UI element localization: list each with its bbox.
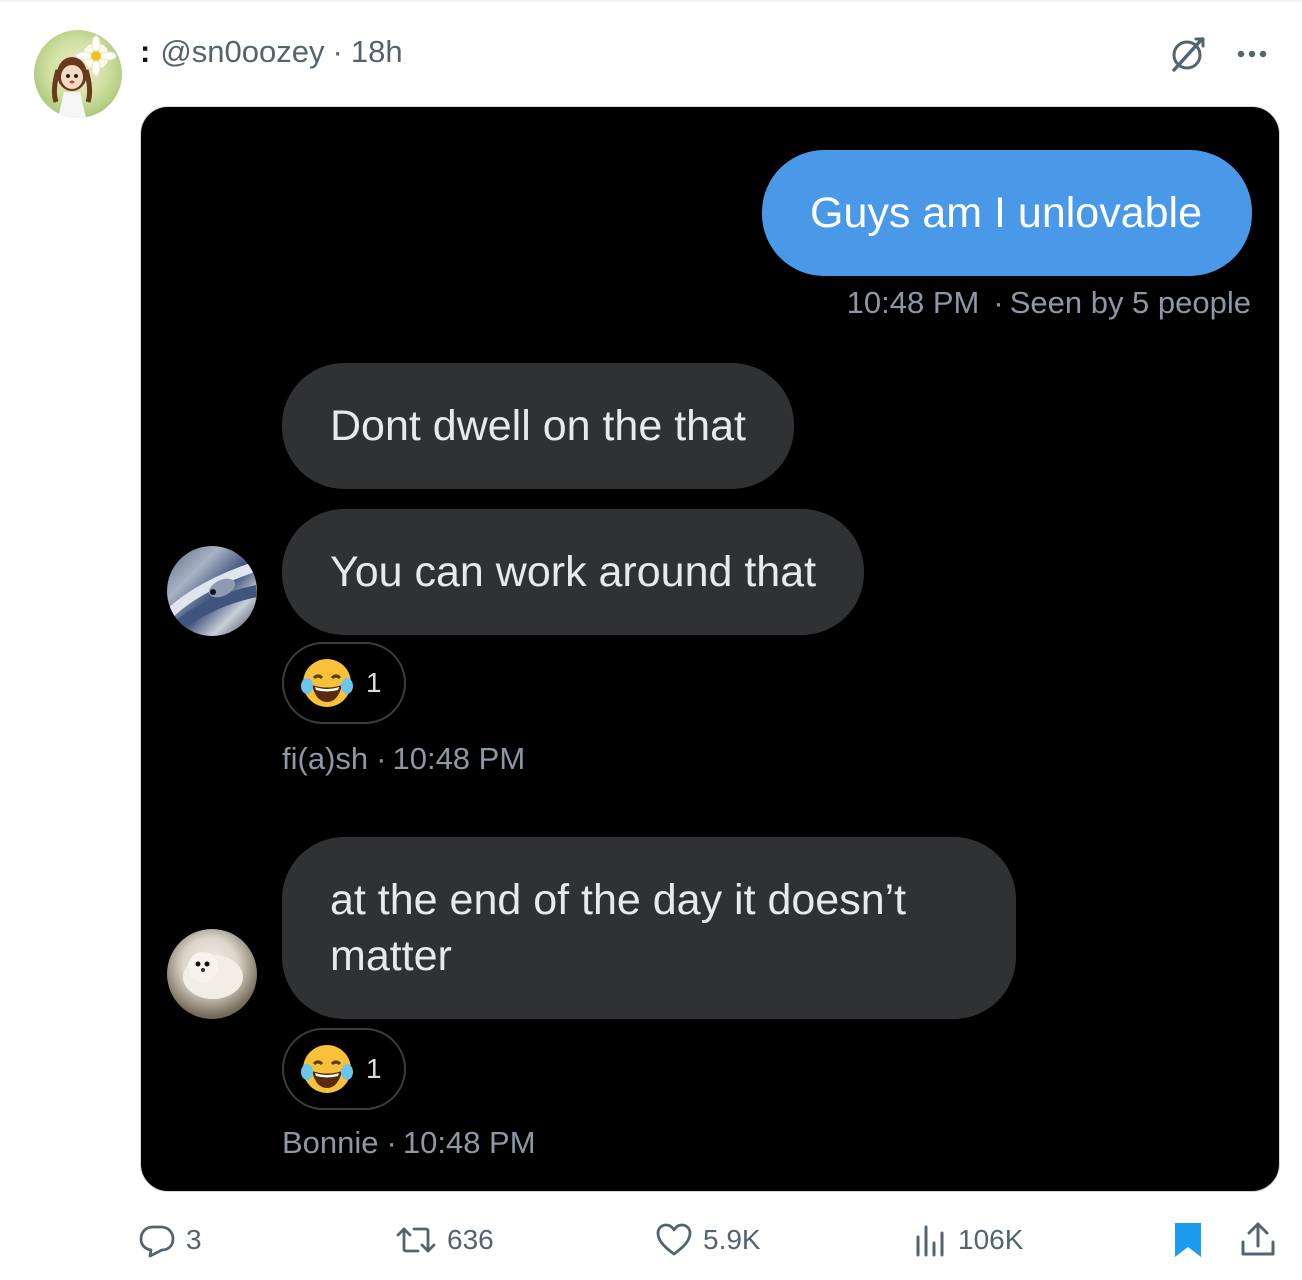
author-avatar[interactable] xyxy=(34,30,122,118)
bookmark-button[interactable] xyxy=(1170,1212,1206,1268)
received-message-bubble: at the end of the day it doesn’t matter xyxy=(282,837,1016,1019)
tears-of-joy-emoji-icon xyxy=(301,1045,353,1093)
display-name[interactable]: : xyxy=(140,34,150,70)
seal-avatar xyxy=(167,929,257,1019)
message-meta: Bonnie · 10:48 PM xyxy=(282,1125,536,1161)
message-meta: fi(a)sh · 10:48 PM xyxy=(282,741,525,777)
views-button[interactable]: 106K xyxy=(912,1212,1023,1268)
meta-separator: · xyxy=(386,1125,397,1160)
meta-separator: · xyxy=(376,741,387,776)
seen-by-text: Seen by 5 people xyxy=(1009,285,1251,320)
post-byline: : @sn0oozey · 18h xyxy=(140,32,403,72)
received-message-bubble: Dont dwell on the that xyxy=(282,363,794,489)
status-separator: · xyxy=(993,285,1004,320)
more-options-icon[interactable] xyxy=(1230,32,1274,76)
sender-name: fi(a)sh xyxy=(282,741,369,776)
message-time: 10:48 PM xyxy=(402,1125,536,1160)
message-time: 10:48 PM xyxy=(846,285,980,320)
view-count: 106K xyxy=(958,1224,1024,1255)
reaction-pill[interactable]: 1 xyxy=(282,642,406,724)
post-media-image[interactable]: Guys am I unlovable 10:48 PM · Seen by 5 p… xyxy=(140,106,1280,1192)
reaction-pill[interactable]: 1 xyxy=(282,1028,406,1110)
reply-count: 3 xyxy=(186,1224,202,1255)
repost-button[interactable]: 636 xyxy=(395,1212,494,1268)
tears-of-joy-emoji-icon xyxy=(301,659,353,707)
grok-icon[interactable] xyxy=(1166,32,1210,76)
sent-message-bubble: Guys am I unlovable xyxy=(762,150,1252,276)
share-button[interactable] xyxy=(1238,1212,1278,1268)
fish-avatar xyxy=(167,546,257,636)
repost-count: 636 xyxy=(447,1224,494,1255)
post-action-bar: 3 636 5.9K 106K xyxy=(0,1212,1302,1268)
post-timestamp[interactable]: 18h xyxy=(351,34,403,70)
repost-icon xyxy=(396,1227,436,1253)
byline-separator: · xyxy=(332,34,343,69)
reaction-count: 1 xyxy=(366,667,382,698)
message-status: 10:48 PM · Seen by 5 people xyxy=(847,285,1251,321)
reply-icon xyxy=(139,1225,175,1258)
analytics-icon xyxy=(916,1225,944,1257)
top-divider xyxy=(0,0,1302,2)
heart-icon xyxy=(656,1223,692,1256)
reply-button[interactable]: 3 xyxy=(138,1212,202,1268)
bookmark-icon xyxy=(1175,1223,1201,1257)
like-button[interactable]: 5.9K xyxy=(655,1212,761,1268)
like-count: 5.9K xyxy=(703,1224,761,1255)
post-header-actions xyxy=(1166,32,1274,76)
received-message-bubble: You can work around that xyxy=(282,509,865,635)
share-icon xyxy=(1241,1222,1275,1256)
sender-name: Bonnie xyxy=(282,1125,379,1160)
author-handle[interactable]: @sn0oozey xyxy=(160,34,324,70)
reaction-count: 1 xyxy=(366,1053,382,1084)
message-time: 10:48 PM xyxy=(392,741,526,776)
